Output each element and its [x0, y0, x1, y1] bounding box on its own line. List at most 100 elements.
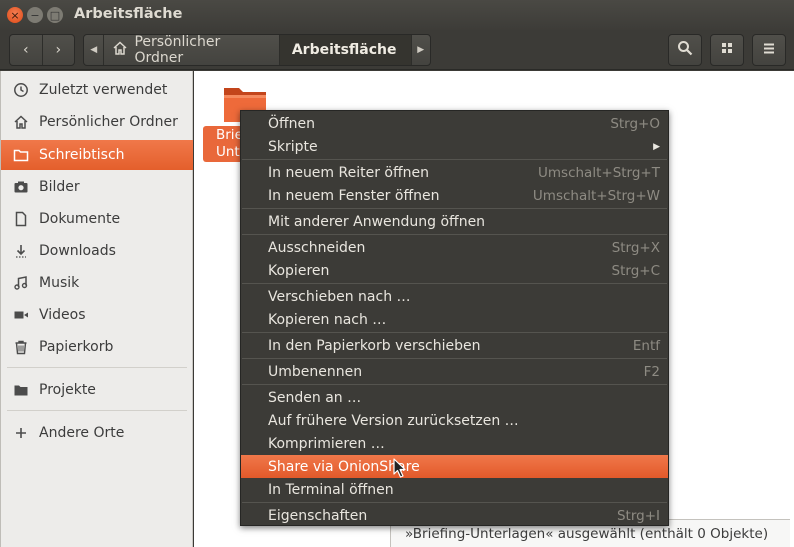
back-button[interactable]: ‹	[10, 35, 42, 65]
sidebar-item-other-locations[interactable]: Andere Orte	[1, 418, 193, 448]
menu-item-label: Auf frühere Version zurücksetzen …	[268, 412, 519, 429]
menu-item-open-terminal[interactable]: In Terminal öffnen	[241, 478, 668, 501]
menu-item-shortcut: Strg+O	[610, 115, 660, 132]
menu-item-label: Senden an …	[268, 389, 362, 406]
path-segment-current[interactable]: Arbeitsfläche	[278, 35, 411, 65]
chevron-right-icon: ›	[55, 42, 62, 58]
path-segment-home[interactable]: Persönlicher Ordner	[103, 35, 278, 65]
music-icon	[13, 275, 29, 291]
minimize-icon: −	[30, 8, 40, 22]
navigation-buttons: ‹ ›	[9, 34, 75, 66]
sidebar-item-home[interactable]: Persönlicher Ordner	[1, 107, 193, 137]
mouse-pointer-icon	[393, 458, 407, 478]
sidebar-item-desktop[interactable]: Schreibtisch	[1, 140, 193, 170]
sidebar-item-documents[interactable]: Dokumente	[1, 204, 193, 234]
app-menu-button[interactable]	[752, 34, 786, 66]
menu-item-open[interactable]: Öffnen Strg+O	[241, 112, 668, 135]
window-maximize-button[interactable]: □	[47, 7, 63, 23]
menu-item-label: In neuem Fenster öffnen	[268, 187, 440, 204]
menu-item-cut[interactable]: Ausschneiden Strg+X	[241, 236, 668, 259]
sidebar-item-music[interactable]: Musik	[1, 268, 193, 298]
path-scroll-right-button[interactable]: ▶	[410, 35, 430, 65]
menu-item-label: Kopieren nach …	[268, 311, 387, 328]
menu-item-label: Eigenschaften	[268, 507, 368, 524]
menu-item-open-new-tab[interactable]: In neuem Reiter öffnen Umschalt+Strg+T	[241, 161, 668, 184]
sidebar-item-videos[interactable]: Videos	[1, 300, 193, 330]
menu-item-move-to-trash[interactable]: In den Papierkorb verschieben Entf	[241, 334, 668, 357]
sidebar-item-downloads[interactable]: Downloads	[1, 236, 193, 266]
menu-item-label: Verschieben nach …	[268, 288, 411, 305]
menu-item-label: Umbenennen	[268, 363, 363, 380]
grid-icon	[720, 41, 734, 59]
triangle-right-icon: ▶	[417, 45, 425, 55]
sidebar: Zuletzt verwendet Persönlicher Ordner Sc…	[0, 71, 193, 547]
menu-item-rename[interactable]: Umbenennen F2	[241, 360, 668, 383]
trash-icon	[13, 339, 29, 355]
sidebar-item-label: Papierkorb	[39, 339, 114, 355]
menu-item-compress[interactable]: Komprimieren …	[241, 432, 668, 455]
search-button[interactable]	[668, 34, 702, 66]
sidebar-item-trash[interactable]: Papierkorb	[1, 332, 193, 362]
status-text: »Briefing-Unterlagen« ausgewählt (enthäl…	[405, 525, 769, 542]
forward-button[interactable]: ›	[41, 35, 75, 65]
window-close-button[interactable]: ×	[7, 7, 23, 23]
path-scroll-left-button[interactable]: ◀	[84, 35, 103, 65]
sidebar-separator	[7, 367, 187, 368]
sidebar-item-label: Downloads	[39, 243, 116, 259]
menu-item-label: Kopieren	[268, 262, 330, 279]
menu-item-move-to[interactable]: Verschieben nach …	[241, 285, 668, 308]
menu-item-scripts[interactable]: Skripte ▶	[241, 135, 668, 158]
hamburger-icon	[762, 41, 776, 59]
menu-item-label: Mit anderer Anwendung öffnen	[268, 213, 486, 230]
menu-item-copy-to[interactable]: Kopieren nach …	[241, 308, 668, 331]
window-title: Arbeitsfläche	[74, 6, 183, 22]
sidebar-item-label: Videos	[39, 307, 86, 323]
menu-item-copy[interactable]: Kopieren Strg+C	[241, 259, 668, 282]
chevron-left-icon: ‹	[22, 42, 29, 58]
menu-item-shortcut: Entf	[632, 337, 660, 354]
sidebar-item-recent[interactable]: Zuletzt verwendet	[1, 75, 193, 105]
sidebar-item-label: Projekte	[39, 382, 96, 398]
menu-separator	[242, 332, 667, 333]
folder-icon	[13, 147, 29, 163]
sidebar-separator	[7, 410, 187, 411]
maximize-icon: □	[49, 8, 61, 22]
path-segment-label: Persönlicher Ordner	[134, 34, 221, 66]
sidebar-item-label: Dokumente	[39, 211, 121, 227]
menu-separator	[242, 502, 667, 503]
sidebar-item-projects[interactable]: Projekte	[1, 375, 193, 405]
plus-icon	[13, 425, 29, 441]
menu-item-label: In Terminal öffnen	[268, 481, 394, 498]
sidebar-item-pictures[interactable]: Bilder	[1, 172, 193, 202]
path-bar: ◀ Persönlicher Ordner Arbeitsfläche ▶	[83, 34, 431, 66]
menu-item-open-new-window[interactable]: In neuem Fenster öffnen Umschalt+Strg+W	[241, 184, 668, 207]
menu-item-send-to[interactable]: Senden an …	[241, 386, 668, 409]
home-icon	[112, 40, 128, 60]
menu-item-shortcut: Umschalt+Strg+T	[538, 164, 660, 181]
menu-item-shortcut: Strg+C	[611, 262, 660, 279]
sidebar-item-label: Musik	[39, 275, 80, 291]
menu-separator	[242, 234, 667, 235]
submenu-arrow-icon: ▶	[653, 141, 660, 152]
path-segment-label: Arbeitsfläche	[291, 42, 397, 58]
title-bar: × − □ Arbeitsfläche	[0, 0, 794, 30]
document-icon	[13, 211, 29, 227]
menu-item-label: Öffnen	[268, 115, 316, 132]
clock-icon	[13, 82, 29, 98]
menu-item-revert-version[interactable]: Auf frühere Version zurücksetzen …	[241, 409, 668, 432]
camera-icon	[13, 179, 29, 195]
view-mode-button[interactable]	[710, 34, 744, 66]
sidebar-item-label: Schreibtisch	[39, 147, 125, 163]
sidebar-item-label: Andere Orte	[39, 425, 125, 441]
menu-item-shortcut: Umschalt+Strg+W	[532, 187, 660, 204]
context-menu: Öffnen Strg+O Skripte ▶ In neuem Reiter öf…	[240, 110, 669, 526]
menu-item-open-with[interactable]: Mit anderer Anwendung öffnen	[241, 210, 668, 233]
close-icon: ×	[10, 8, 20, 22]
download-icon	[13, 243, 29, 259]
menu-separator	[242, 358, 667, 359]
menu-item-properties[interactable]: Eigenschaften Strg+I	[241, 504, 668, 527]
window-minimize-button[interactable]: −	[27, 7, 43, 23]
menu-item-share-onionshare[interactable]: Share via OnionShare	[241, 455, 668, 478]
menu-item-label: In neuem Reiter öffnen	[268, 164, 429, 181]
menu-separator	[242, 283, 667, 284]
